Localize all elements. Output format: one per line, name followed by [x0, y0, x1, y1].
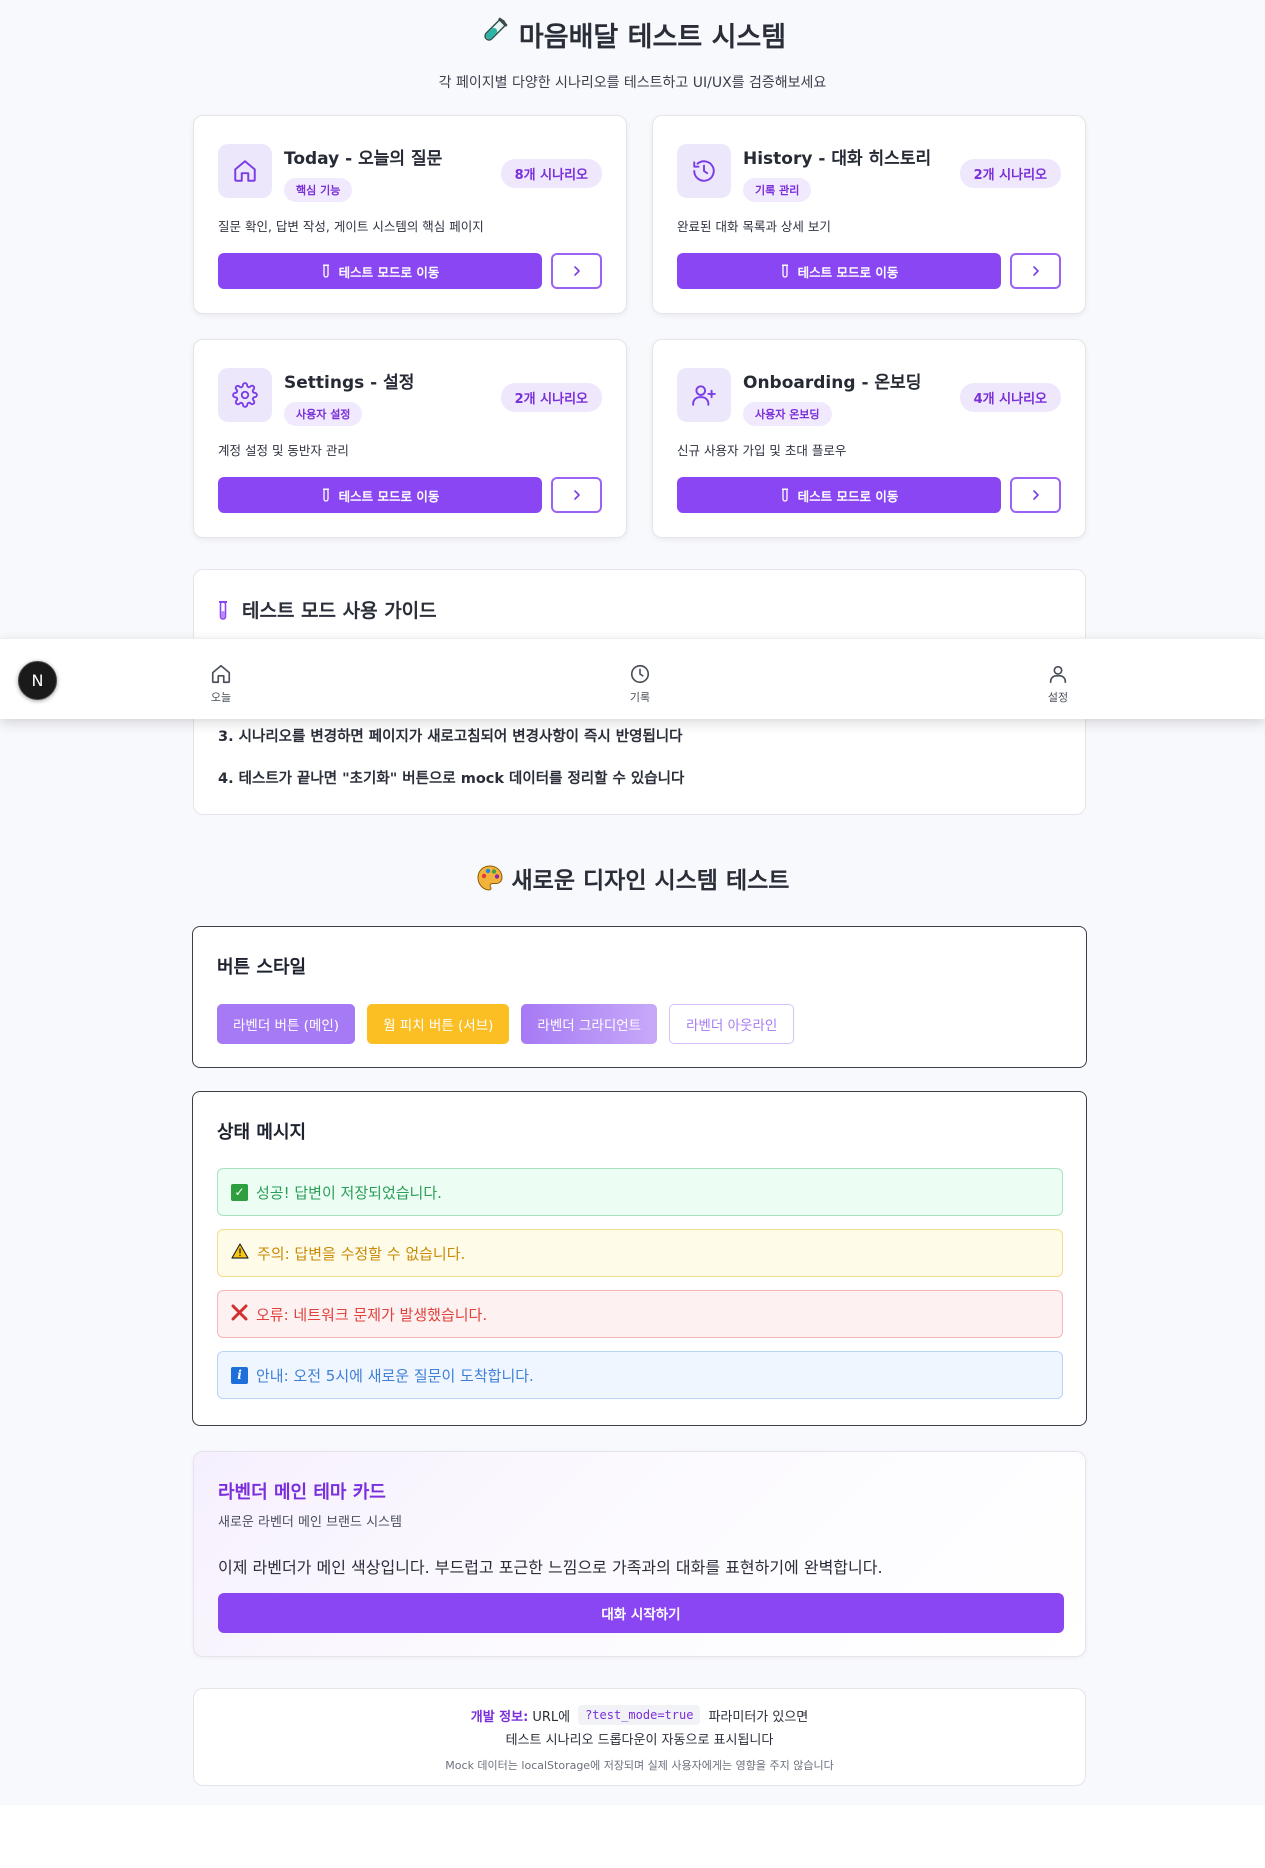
page-bottom-area [0, 1805, 1265, 1868]
card-settings: Settings - 설정 사용자 설정 2개 시나리오 계정 설정 및 동반자… [193, 339, 627, 538]
test-mode-button[interactable]: 테스트 모드로 이동 [218, 477, 542, 513]
theme-card-subtitle: 새로운 라벤더 메인 브랜드 시스템 [218, 1515, 402, 1530]
chevron-right-icon [573, 266, 580, 276]
dev-info-line: 테스트 시나리오 드롭다운이 자동으로 표시됩니다 [505, 1733, 774, 1748]
start-conversation-button[interactable]: 대화 시작하기 [218, 1593, 1064, 1633]
nav-item-history[interactable]: 기록 [610, 663, 670, 705]
test-tube-small-icon [781, 488, 788, 502]
card-tag: 사용자 설정 [284, 402, 363, 426]
card-description: 신규 사용자 가입 및 초대 플로우 [677, 443, 847, 458]
card-description: 계정 설정 및 동반자 관리 [218, 443, 349, 458]
test-tube-small-icon [322, 264, 329, 278]
lavender-main-button[interactable]: 라벤더 버튼 (메인) [217, 1004, 356, 1044]
scenario-count-badge: 2개 시나리오 [959, 159, 1061, 188]
nextjs-badge[interactable]: N [18, 661, 57, 700]
card-tag: 기록 관리 [743, 178, 812, 202]
open-page-button[interactable] [551, 477, 602, 513]
success-alert: ✓ 성공! 답변이 저장되었습니다. [217, 1168, 1063, 1216]
close-icon [231, 1304, 248, 1325]
theme-card-body: 이제 라벤더가 메인 색상입니다. 부드럽고 포근한 느낌으로 가족과의 대화를… [218, 1558, 883, 1577]
scenario-count-badge: 4개 시나리오 [959, 383, 1061, 412]
home-icon [218, 144, 272, 198]
status-message-panel: 상태 메시지 ✓ 성공! 답변이 저장되었습니다. 주의: 답변을 수정할 수 … [192, 1091, 1087, 1426]
guide-item: 4. 테스트가 끝나면 "초기화" 버튼으로 mock 데이터를 정리할 수 있… [218, 771, 685, 787]
chevron-right-icon [1032, 490, 1039, 500]
warm-peach-button[interactable]: 웜 피치 버튼 (서브) [367, 1004, 510, 1044]
panel-title: 상태 메시지 [217, 1122, 307, 1143]
page-header: 마음배달 테스트 시스템 각 페이지별 다양한 시나리오를 테스트하고 UI/U… [0, 0, 1265, 92]
warning-icon [231, 1243, 249, 1263]
dev-info-note: Mock 데이터는 localStorage에 저장되며 실제 사용자에게는 영… [445, 1759, 834, 1772]
palette-icon [477, 865, 503, 891]
nav-item-settings[interactable]: 설정 [1028, 663, 1088, 705]
card-description: 완료된 대화 목록과 상세 보기 [677, 219, 831, 234]
lavender-outline-button[interactable]: 라벤더 아웃라인 [669, 1004, 795, 1044]
test-mode-button[interactable]: 테스트 모드로 이동 [677, 477, 1001, 513]
info-icon: i [231, 1366, 248, 1384]
user-plus-icon [677, 368, 731, 422]
info-alert: i 안내: 오전 5시에 새로운 질문이 도착합니다. [217, 1351, 1063, 1399]
history-icon [677, 144, 731, 198]
dev-info-label: 개발 정보: [470, 1709, 529, 1725]
gear-icon [218, 368, 272, 422]
card-history: History - 대화 히스토리 기록 관리 2개 시나리오 완료된 대화 목… [652, 115, 1086, 314]
clock-icon [630, 664, 650, 684]
test-mode-button[interactable]: 테스트 모드로 이동 [677, 253, 1001, 289]
card-today: Today - 오늘의 질문 핵심 기능 8개 시나리오 질문 확인, 답변 작… [193, 115, 627, 314]
chevron-right-icon [1032, 266, 1039, 276]
check-icon: ✓ [231, 1183, 248, 1201]
page-subtitle: 각 페이지별 다양한 시나리오를 테스트하고 UI/UX를 검증해보세요 [438, 75, 827, 91]
chevron-right-icon [573, 490, 580, 500]
lavender-theme-card: 라벤더 메인 테마 카드 새로운 라벤더 메인 브랜드 시스템 이제 라벤더가 … [193, 1451, 1086, 1657]
panel-title: 버튼 스타일 [217, 957, 307, 978]
test-mode-button[interactable]: 테스트 모드로 이동 [218, 253, 542, 289]
dev-info-panel: 개발 정보: URL에 ?test_mode=true 파라미터가 있으면 테스… [193, 1688, 1086, 1786]
page-title: 마음배달 테스트 시스템 [0, 14, 1265, 54]
card-tag: 핵심 기능 [284, 178, 353, 202]
test-tube-small-icon [781, 264, 788, 278]
open-page-button[interactable] [1010, 477, 1061, 513]
lavender-gradient-button[interactable]: 라벤더 그라디언트 [521, 1004, 658, 1044]
open-page-button[interactable] [551, 253, 602, 289]
user-icon [1049, 665, 1067, 684]
theme-card-title: 라벤더 메인 테마 카드 [218, 1482, 386, 1503]
guide-item: 3. 시나리오를 변경하면 페이지가 새로고침되어 변경사항이 즉시 반영됩니다 [218, 729, 683, 745]
button-style-panel: 버튼 스타일 라벤더 버튼 (메인) 웜 피치 버튼 (서브) 라벤더 그라디언… [192, 926, 1087, 1068]
card-tag: 사용자 온보딩 [743, 402, 832, 426]
test-tube-small-icon [322, 488, 329, 502]
open-page-button[interactable] [1010, 253, 1061, 289]
warning-alert: 주의: 답변을 수정할 수 없습니다. [217, 1229, 1063, 1277]
design-section-title: 새로운 디자인 시스템 테스트 [0, 861, 1265, 895]
card-onboarding: Onboarding - 온보딩 사용자 온보딩 4개 시나리오 신규 사용자 … [652, 339, 1086, 538]
nav-item-today[interactable]: 오늘 [191, 663, 251, 705]
error-alert: 오류: 네트워크 문제가 발생했습니다. [217, 1290, 1063, 1338]
home-icon [211, 664, 231, 684]
guide-title: 테스트 모드 사용 가이드 [218, 596, 437, 623]
test-tube-icon [479, 16, 509, 53]
test-page-grid: Today - 오늘의 질문 핵심 기능 8개 시나리오 질문 확인, 답변 작… [193, 115, 1086, 538]
scenario-count-badge: 2개 시나리오 [500, 383, 602, 412]
scenario-count-badge: 8개 시나리오 [500, 159, 602, 188]
bottom-navigation: N 오늘 기록 설정 [0, 638, 1265, 719]
test-tube-icon [219, 600, 227, 620]
test-mode-param: ?test_mode=true [578, 1705, 701, 1725]
card-description: 질문 확인, 답변 작성, 게이트 시스템의 핵심 페이지 [218, 219, 484, 234]
